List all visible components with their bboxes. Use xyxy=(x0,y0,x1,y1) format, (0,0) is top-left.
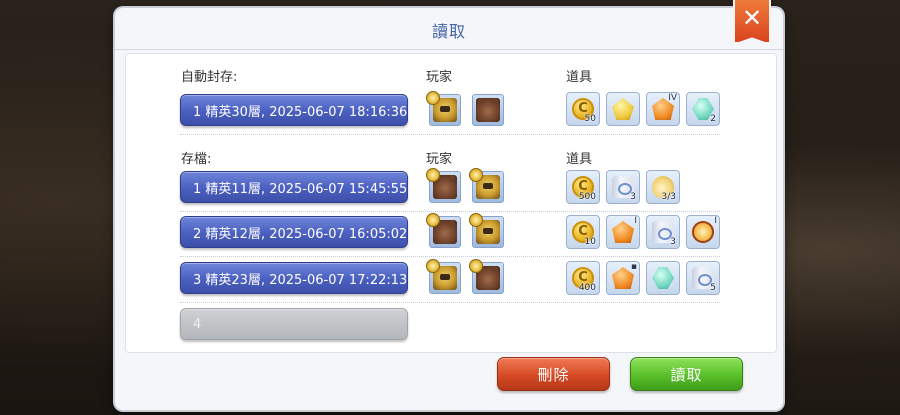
gear-badge-icon xyxy=(426,259,440,273)
gear-badge-icon xyxy=(469,168,483,182)
gear-badge-icon xyxy=(469,213,483,227)
row-divider xyxy=(180,211,720,212)
saves-items-label: 道具 xyxy=(566,152,593,167)
bear-avatar-icon xyxy=(472,94,504,126)
title-divider xyxy=(115,49,783,50)
row-divider xyxy=(180,256,720,257)
knight-avatar-icon xyxy=(469,213,504,248)
delete-button[interactable]: 刪除 xyxy=(497,357,610,391)
teal-gem-icon xyxy=(646,261,680,295)
gold-coin-icon: 500 xyxy=(566,170,600,204)
item-quantity: 500 xyxy=(578,192,596,202)
orange-gem-icon: ▪ xyxy=(606,261,640,295)
orange-gem-icon: I xyxy=(606,215,640,249)
bear-avatar-icon xyxy=(426,213,461,248)
scroll-icon: 3 xyxy=(646,215,680,249)
item-quantity: 50 xyxy=(584,114,596,124)
gold-coin-icon: 10 xyxy=(566,215,600,249)
saves-players-label: 玩家 xyxy=(426,152,453,167)
gold-coin-icon: 50 xyxy=(566,92,600,126)
pouch-icon: 3/3 xyxy=(646,170,680,204)
save-slot-4-button[interactable]: 4 xyxy=(180,308,408,340)
gear-badge-icon xyxy=(426,91,440,105)
item-quantity: 3 xyxy=(670,237,676,247)
bear-avatar-icon xyxy=(469,259,504,294)
compass-icon: I xyxy=(686,215,720,249)
item-tier: I xyxy=(714,216,717,226)
item-quantity: 5 xyxy=(710,283,716,293)
item-tier: I xyxy=(634,216,637,226)
scroll-icon: 3 xyxy=(606,170,640,204)
knight-avatar-icon xyxy=(469,168,504,203)
save-slot-1-button[interactable]: 1 精英11層, 2025-06-07 15:45:55 xyxy=(180,171,408,203)
knight-avatar-icon xyxy=(426,259,461,294)
load-button[interactable]: 讀取 xyxy=(630,357,743,391)
item-quantity: 2 xyxy=(710,114,716,124)
auto-save-players-label: 玩家 xyxy=(426,70,453,85)
save-slot-3-button[interactable]: 3 精英23層, 2025-06-07 17:22:13 xyxy=(180,262,408,294)
close-x-icon: ✕ xyxy=(741,4,763,32)
gold-gem-icon xyxy=(606,92,640,126)
auto-save-items-label: 道具 xyxy=(566,70,593,85)
item-tier: IV xyxy=(668,93,677,103)
bear-avatar-icon xyxy=(426,168,461,203)
saves-label: 存檔: xyxy=(181,152,212,167)
orange-gem-icon: IV xyxy=(646,92,680,126)
row-divider xyxy=(180,302,720,303)
teal-gem-icon: 2 xyxy=(686,92,720,126)
auto-save-slot-button[interactable]: 1 精英30層, 2025-06-07 18:16:36 xyxy=(180,94,408,126)
item-quantity: 3 xyxy=(630,192,636,202)
gold-coin-icon: 400 xyxy=(566,261,600,295)
gear-badge-icon xyxy=(469,259,483,273)
item-quantity: 3/3 xyxy=(661,192,676,202)
item-quantity: 400 xyxy=(578,283,596,293)
close-button[interactable]: ✕ xyxy=(733,0,771,44)
dialog-title: 讀取 xyxy=(431,22,466,41)
auto-save-label: 自動封存: xyxy=(181,70,238,85)
scroll-icon: 5 xyxy=(686,261,720,295)
gear-badge-icon xyxy=(426,168,440,182)
knight-avatar-icon xyxy=(426,91,461,126)
item-tier: ▪ xyxy=(630,262,637,272)
row-divider xyxy=(180,134,720,135)
gear-badge-icon xyxy=(426,213,440,227)
save-slot-2-button[interactable]: 2 精英12層, 2025-06-07 16:05:02 xyxy=(180,216,408,248)
item-quantity: 10 xyxy=(584,237,596,247)
